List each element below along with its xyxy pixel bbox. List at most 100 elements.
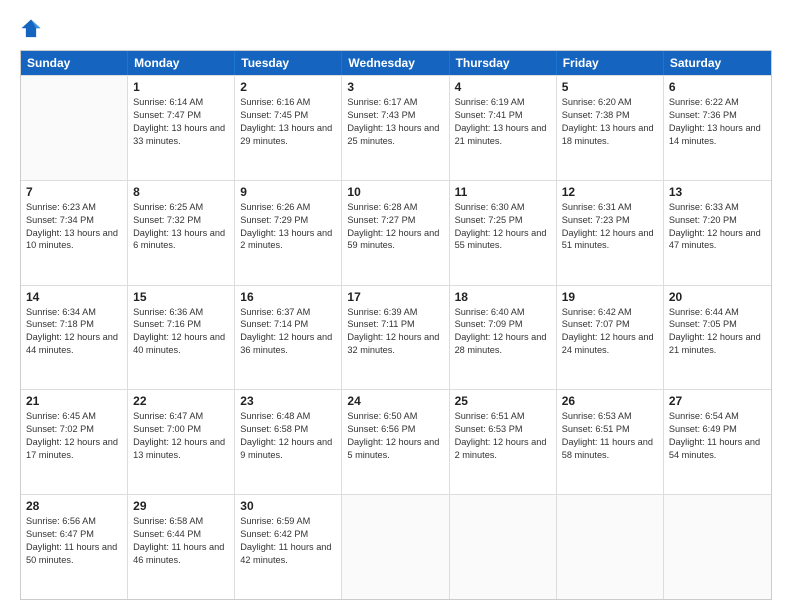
daylight-text: Daylight: 12 hours and 5 minutes. xyxy=(347,436,443,462)
day-number: 10 xyxy=(347,185,443,199)
day-number: 30 xyxy=(240,499,336,513)
calendar-cell: 17Sunrise: 6:39 AMSunset: 7:11 PMDayligh… xyxy=(342,286,449,390)
weekday-header: Friday xyxy=(557,51,664,75)
sunset-text: Sunset: 6:47 PM xyxy=(26,528,122,541)
sunrise-text: Sunrise: 6:50 AM xyxy=(347,410,443,423)
sunrise-text: Sunrise: 6:48 AM xyxy=(240,410,336,423)
sunset-text: Sunset: 7:27 PM xyxy=(347,214,443,227)
calendar-cell xyxy=(342,495,449,599)
sunset-text: Sunset: 7:18 PM xyxy=(26,318,122,331)
day-number: 15 xyxy=(133,290,229,304)
calendar-cell: 7Sunrise: 6:23 AMSunset: 7:34 PMDaylight… xyxy=(21,181,128,285)
calendar-cell: 29Sunrise: 6:58 AMSunset: 6:44 PMDayligh… xyxy=(128,495,235,599)
daylight-text: Daylight: 12 hours and 47 minutes. xyxy=(669,227,766,253)
sunset-text: Sunset: 6:42 PM xyxy=(240,528,336,541)
calendar-cell: 30 Sunrise: 6:59 AMSunset: 6:42 PMDayligh… xyxy=(235,495,342,599)
sunset-text: Sunset: 7:07 PM xyxy=(562,318,658,331)
daylight-text: Daylight: 12 hours and 51 minutes. xyxy=(562,227,658,253)
day-number: 12 xyxy=(562,185,658,199)
sunrise-text: Sunrise: 6:54 AM xyxy=(669,410,766,423)
weekday-header: Thursday xyxy=(450,51,557,75)
sunrise-text: Sunrise: 6:51 AM xyxy=(455,410,551,423)
day-number: 1 xyxy=(133,80,229,94)
calendar-cell: 25Sunrise: 6:51 AMSunset: 6:53 PMDayligh… xyxy=(450,390,557,494)
day-number: 27 xyxy=(669,394,766,408)
sunrise-text: Sunrise: 6:37 AM xyxy=(240,306,336,319)
calendar-row: 7Sunrise: 6:23 AMSunset: 7:34 PMDaylight… xyxy=(21,180,771,285)
day-number: 29 xyxy=(133,499,229,513)
daylight-text: Daylight: 12 hours and 59 minutes. xyxy=(347,227,443,253)
sunrise-text: Sunrise: 6:33 AM xyxy=(669,201,766,214)
day-number: 3 xyxy=(347,80,443,94)
day-number: 21 xyxy=(26,394,122,408)
calendar-cell: 4Sunrise: 6:19 AMSunset: 7:41 PMDaylight… xyxy=(450,76,557,180)
sunrise-text: Sunrise: 6:59 AM xyxy=(240,515,336,528)
sunset-text: Sunset: 7:29 PM xyxy=(240,214,336,227)
sunrise-text: Sunrise: 6:44 AM xyxy=(669,306,766,319)
day-number: 7 xyxy=(26,185,122,199)
calendar-cell: 22Sunrise: 6:47 AMSunset: 7:00 PMDayligh… xyxy=(128,390,235,494)
calendar-cell: 18Sunrise: 6:40 AMSunset: 7:09 PMDayligh… xyxy=(450,286,557,390)
logo-icon xyxy=(20,18,42,40)
sunset-text: Sunset: 7:32 PM xyxy=(133,214,229,227)
day-number: 5 xyxy=(562,80,658,94)
daylight-text: Daylight: 12 hours and 44 minutes. xyxy=(26,331,122,357)
day-number: 26 xyxy=(562,394,658,408)
sunrise-text: Sunrise: 6:25 AM xyxy=(133,201,229,214)
sunset-text: Sunset: 7:47 PM xyxy=(133,109,229,122)
sunset-text: Sunset: 6:53 PM xyxy=(455,423,551,436)
sunset-text: Sunset: 7:36 PM xyxy=(669,109,766,122)
sunset-text: Sunset: 7:25 PM xyxy=(455,214,551,227)
daylight-text: Daylight: 12 hours and 24 minutes. xyxy=(562,331,658,357)
day-number: 25 xyxy=(455,394,551,408)
calendar-cell: 21Sunrise: 6:45 AMSunset: 7:02 PMDayligh… xyxy=(21,390,128,494)
sunrise-text: Sunrise: 6:23 AM xyxy=(26,201,122,214)
weekday-header: Monday xyxy=(128,51,235,75)
sunrise-text: Sunrise: 6:16 AM xyxy=(240,96,336,109)
day-number: 11 xyxy=(455,185,551,199)
calendar-body: 1Sunrise: 6:14 AMSunset: 7:47 PMDaylight… xyxy=(21,75,771,599)
sunrise-text: Sunrise: 6:58 AM xyxy=(133,515,229,528)
calendar-row: 1Sunrise: 6:14 AMSunset: 7:47 PMDaylight… xyxy=(21,75,771,180)
day-number: 24 xyxy=(347,394,443,408)
calendar-cell: 11Sunrise: 6:30 AMSunset: 7:25 PMDayligh… xyxy=(450,181,557,285)
daylight-text: Daylight: 11 hours and 42 minutes. xyxy=(240,541,336,567)
day-number: 20 xyxy=(669,290,766,304)
sunset-text: Sunset: 7:43 PM xyxy=(347,109,443,122)
sunset-text: Sunset: 7:23 PM xyxy=(562,214,658,227)
daylight-text: Daylight: 13 hours and 6 minutes. xyxy=(133,227,229,253)
calendar-cell: 15Sunrise: 6:36 AMSunset: 7:16 PMDayligh… xyxy=(128,286,235,390)
logo xyxy=(20,18,46,40)
calendar-cell xyxy=(450,495,557,599)
calendar-cell xyxy=(557,495,664,599)
calendar-cell: 9Sunrise: 6:26 AMSunset: 7:29 PMDaylight… xyxy=(235,181,342,285)
sunrise-text: Sunrise: 6:34 AM xyxy=(26,306,122,319)
sunrise-text: Sunrise: 6:39 AM xyxy=(347,306,443,319)
calendar-row: 28Sunrise: 6:56 AMSunset: 6:47 PMDayligh… xyxy=(21,494,771,599)
sunrise-text: Sunrise: 6:36 AM xyxy=(133,306,229,319)
sunrise-text: Sunrise: 6:20 AM xyxy=(562,96,658,109)
daylight-text: Daylight: 11 hours and 46 minutes. xyxy=(133,541,229,567)
sunset-text: Sunset: 7:05 PM xyxy=(669,318,766,331)
calendar-cell xyxy=(664,495,771,599)
calendar-cell xyxy=(21,76,128,180)
calendar-header: SundayMondayTuesdayWednesdayThursdayFrid… xyxy=(21,51,771,75)
calendar-cell: 26Sunrise: 6:53 AMSunset: 6:51 PMDayligh… xyxy=(557,390,664,494)
day-number: 17 xyxy=(347,290,443,304)
daylight-text: Daylight: 11 hours and 58 minutes. xyxy=(562,436,658,462)
sunset-text: Sunset: 7:11 PM xyxy=(347,318,443,331)
sunset-text: Sunset: 7:00 PM xyxy=(133,423,229,436)
sunset-text: Sunset: 7:09 PM xyxy=(455,318,551,331)
sunrise-text: Sunrise: 6:40 AM xyxy=(455,306,551,319)
daylight-text: Daylight: 12 hours and 13 minutes. xyxy=(133,436,229,462)
calendar-cell: 20 Sunrise: 6:44 AMSunset: 7:05 PMDayligh… xyxy=(664,286,771,390)
sunset-text: Sunset: 7:02 PM xyxy=(26,423,122,436)
day-number: 23 xyxy=(240,394,336,408)
sunset-text: Sunset: 7:20 PM xyxy=(669,214,766,227)
weekday-header: Wednesday xyxy=(342,51,449,75)
calendar-cell: 27Sunrise: 6:54 AMSunset: 6:49 PMDayligh… xyxy=(664,390,771,494)
daylight-text: Daylight: 12 hours and 21 minutes. xyxy=(669,331,766,357)
calendar-cell: 10Sunrise: 6:28 AMSunset: 7:27 PMDayligh… xyxy=(342,181,449,285)
daylight-text: Daylight: 13 hours and 14 minutes. xyxy=(669,122,766,148)
sunset-text: Sunset: 7:41 PM xyxy=(455,109,551,122)
